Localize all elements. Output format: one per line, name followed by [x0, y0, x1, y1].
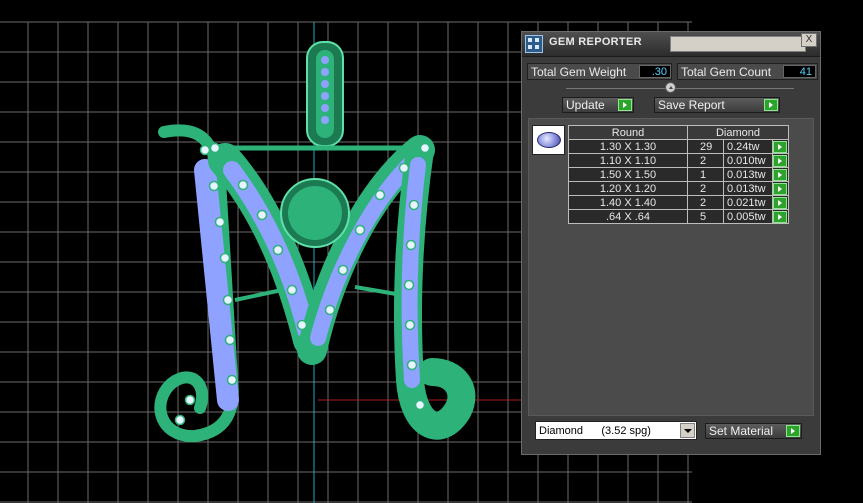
material-select[interactable]: Diamond (3.52 spg) [535, 421, 697, 440]
panel-slider-track [566, 88, 794, 89]
gem-prong [374, 189, 386, 201]
gem-count: 2 [687, 153, 724, 168]
row-select-button[interactable] [772, 209, 789, 224]
gem-prong [224, 334, 236, 346]
column-header-shape: Round [568, 125, 688, 140]
gem-prong [222, 294, 234, 306]
gem-size: 1.10 X 1.10 [568, 153, 688, 168]
gem-size: .64 X .64 [568, 209, 688, 224]
gem-prong [237, 179, 249, 191]
gem-prong [208, 180, 220, 192]
gem-weight: 0.021tw [723, 195, 773, 210]
set-material-button-label: Set Material [709, 424, 774, 438]
play-arrow-icon [773, 183, 787, 195]
play-arrow-icon [773, 211, 787, 223]
pendant-model[interactable] [154, 41, 476, 443]
gem-prong [354, 224, 366, 236]
gem-size: 1.40 X 1.40 [568, 195, 688, 210]
gem-count: 29 [687, 139, 724, 154]
play-arrow-icon [773, 155, 787, 167]
gem-prong [324, 304, 336, 316]
gem-prong [219, 252, 231, 264]
gem-weight: 0.013tw [723, 181, 773, 196]
gem-prong [256, 209, 268, 221]
table-row[interactable]: 1.10 X 1.10 2 0.010tw [568, 153, 789, 168]
column-header-material: Diamond [687, 125, 789, 140]
gem-weight: 0.24tw [723, 139, 773, 154]
gem-prong [184, 394, 196, 406]
gem-table: Round Diamond 1.30 X 1.30 29 0.24tw 1.10… [568, 125, 789, 224]
gem-prong [419, 142, 431, 154]
round-diamond-icon[interactable] [532, 125, 565, 155]
play-arrow-icon [773, 169, 787, 181]
gem-size: 1.30 X 1.30 [568, 139, 688, 154]
gem-weight: 0.005tw [723, 209, 773, 224]
gem-prong [286, 284, 298, 296]
close-button[interactable]: X [801, 33, 817, 47]
gem-prong [199, 144, 211, 156]
save-report-button[interactable]: Save Report [654, 97, 780, 113]
total-gem-weight-label: Total Gem Weight [531, 65, 627, 79]
material-select-value: Diamond (3.52 spg) [539, 425, 651, 437]
m-right-leg-gems [401, 157, 426, 388]
total-gem-count-value: 41 [783, 65, 816, 78]
gem-weight: 0.013tw [723, 167, 773, 182]
play-arrow-icon [773, 141, 787, 153]
gem-prong [226, 374, 238, 386]
row-select-button[interactable] [772, 195, 789, 210]
total-gem-weight-value: .30 [639, 65, 671, 78]
gem-prong [337, 264, 349, 276]
chevron-down-icon[interactable] [680, 423, 695, 438]
gem-reporter-app-icon [525, 35, 543, 53]
gem-prong [403, 279, 415, 291]
update-button[interactable]: Update [562, 97, 634, 113]
gem-table-header: Round Diamond [568, 125, 789, 140]
pendant-center-disc-face [288, 186, 342, 240]
gem-count: 5 [687, 209, 724, 224]
table-row[interactable]: 1.30 X 1.30 29 0.24tw [568, 139, 789, 154]
gem-count: 2 [687, 181, 724, 196]
save-report-button-label: Save Report [658, 98, 725, 112]
gem-count: 2 [687, 195, 724, 210]
gem-prong [404, 319, 416, 331]
titlebar-strip [670, 36, 806, 52]
set-material-button[interactable]: Set Material [705, 423, 802, 439]
gem-prong [405, 239, 417, 251]
total-gem-count-label: Total Gem Count [681, 65, 772, 79]
panel-titlebar[interactable]: GEM REPORTER X [522, 32, 820, 57]
play-arrow-icon [618, 99, 632, 111]
gem-prong [408, 199, 420, 211]
gem-prong [272, 244, 284, 256]
play-arrow-icon [764, 99, 778, 111]
panel-title: GEM REPORTER [549, 36, 642, 48]
panel-slider-knob[interactable] [665, 82, 676, 93]
gem-prong [414, 399, 426, 411]
row-select-button[interactable] [772, 181, 789, 196]
table-row[interactable]: 1.40 X 1.40 2 0.021tw [568, 195, 789, 210]
gem-list-area: Round Diamond 1.30 X 1.30 29 0.24tw 1.10… [528, 118, 814, 416]
total-gem-count: Total Gem Count 41 [677, 63, 818, 80]
gem-prong [398, 162, 410, 174]
gem-reporter-panel: GEM REPORTER X Total Gem Weight .30 Tota… [521, 31, 821, 455]
gem-size: 1.20 X 1.20 [568, 181, 688, 196]
gem-count: 1 [687, 167, 724, 182]
gem-prong [406, 359, 418, 371]
table-row[interactable]: .64 X .64 5 0.005tw [568, 209, 789, 224]
gem-stone-graphic [537, 132, 561, 148]
row-select-button[interactable] [772, 167, 789, 182]
gem-size: 1.50 X 1.50 [568, 167, 688, 182]
play-arrow-icon [786, 425, 800, 437]
gem-weight: 0.010tw [723, 153, 773, 168]
gem-prong [174, 414, 186, 426]
table-row[interactable]: 1.50 X 1.50 1 0.013tw [568, 167, 789, 182]
row-select-button[interactable] [772, 153, 789, 168]
gem-prong [214, 216, 226, 228]
total-gem-weight: Total Gem Weight .30 [527, 63, 672, 80]
update-button-label: Update [566, 98, 605, 112]
table-row[interactable]: 1.20 X 1.20 2 0.013tw [568, 181, 789, 196]
row-select-button[interactable] [772, 139, 789, 154]
gem-prong [296, 319, 308, 331]
gem-prong [209, 142, 221, 154]
play-arrow-icon [773, 197, 787, 209]
